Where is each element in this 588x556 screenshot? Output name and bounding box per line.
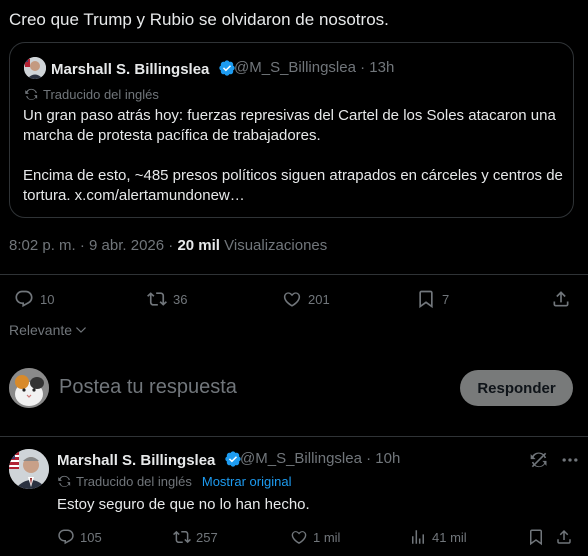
quote-translated-label: Traducido del inglés <box>24 87 159 102</box>
verified-badge-icon <box>224 451 241 467</box>
responder-button[interactable]: Responder <box>460 370 573 406</box>
quote-author-name[interactable]: Marshall S. Billingslea <box>51 59 236 78</box>
bookmark-icon <box>530 529 542 546</box>
sort-label: Relevante <box>9 322 73 338</box>
tweet-text: Creo que Trump y Rubio se olvidaron de n… <box>9 10 389 29</box>
reply-author-name[interactable]: Marshall S. Billingslea <box>57 450 242 469</box>
reply-translated-label: Traducido del inglés Mostrar original <box>57 474 291 489</box>
quote-paragraph-2: Encima de esto, ~485 presos políticos si… <box>23 167 563 204</box>
repost-icon <box>173 530 191 544</box>
views-label: Visualizaciones <box>224 237 328 254</box>
reply-bookmark-button[interactable] <box>527 527 545 547</box>
views-count: 20 mil <box>177 237 220 254</box>
more-icon[interactable] <box>560 450 580 470</box>
reply-icon <box>58 529 74 545</box>
like-button[interactable]: 201 <box>282 283 330 315</box>
heart-icon <box>283 292 301 307</box>
reply-author-handle[interactable]: @M_S_Billingslea · 10h <box>240 450 400 467</box>
repost-icon <box>147 292 167 306</box>
reply-button[interactable]: 10 <box>14 283 54 315</box>
reply-views-button[interactable]: 41 mil <box>409 527 467 547</box>
translate-icon <box>25 88 38 100</box>
quote-body: Un gran paso atrás hoy: fuerzas represiv… <box>23 106 568 206</box>
tweet-timestamp[interactable]: 8:02 p. m. · 9 abr. 2026 · <box>9 237 177 254</box>
reply-like-button[interactable]: 1 mil <box>290 527 340 547</box>
translate-icon <box>58 475 71 487</box>
reply-actions: 105 257 1 mil 41 mil <box>57 527 588 549</box>
reply-reply-button[interactable]: 105 <box>57 527 102 547</box>
bookmark-button[interactable]: 7 <box>416 283 449 315</box>
reply-author-avatar[interactable] <box>9 449 49 489</box>
divider <box>0 436 588 437</box>
quote-paragraph-1: Un gran paso atrás hoy: fuerzas represiv… <box>23 107 556 144</box>
reply-repost-button[interactable]: 257 <box>173 527 218 547</box>
share-icon <box>557 529 571 544</box>
repost-button[interactable]: 36 <box>147 283 187 315</box>
quoted-tweet[interactable]: Marshall S. Billingslea @M_S_Billingslea… <box>9 42 574 218</box>
reply-input[interactable]: Postea tu respuesta <box>59 376 237 399</box>
quote-author-avatar[interactable] <box>24 57 46 79</box>
user-avatar[interactable] <box>9 368 49 408</box>
bookmark-icon <box>419 290 433 309</box>
tweet-meta: 8:02 p. m. · 9 abr. 2026 · 20 mil Visual… <box>9 237 327 254</box>
quote-author-handle[interactable]: @M_S_Billingslea · 13h <box>234 59 394 76</box>
share-button[interactable] <box>551 283 571 315</box>
grok-icon[interactable] <box>529 450 549 470</box>
show-original-link[interactable]: Mostrar original <box>202 474 292 489</box>
chevron-down-icon <box>76 327 87 333</box>
reply-share-button[interactable] <box>555 527 573 547</box>
views-chart-icon <box>412 530 424 544</box>
verified-badge-icon <box>218 60 235 76</box>
heart-icon <box>291 531 307 544</box>
tweet-actions: 10 36 201 7 <box>0 283 588 317</box>
divider <box>0 274 588 275</box>
reply-text: Estoy seguro de que no lo han hecho. <box>57 496 310 513</box>
share-icon <box>553 291 569 307</box>
reply-icon <box>15 290 33 308</box>
sort-dropdown[interactable]: Relevante <box>9 322 88 338</box>
